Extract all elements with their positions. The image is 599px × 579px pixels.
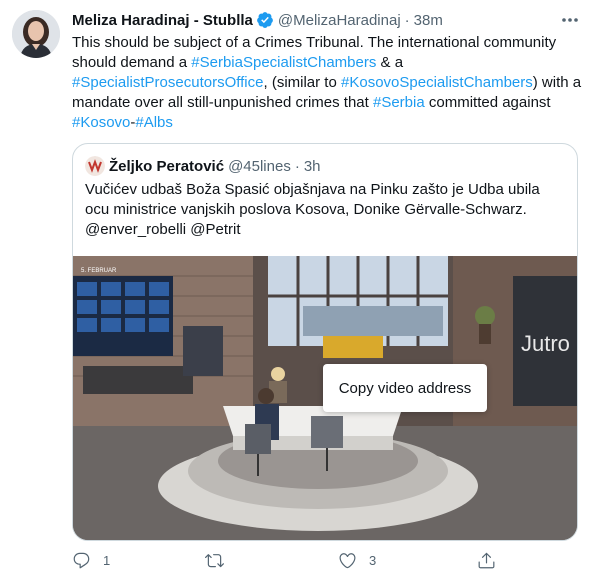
tweet-text-segment: , (similar to [263,74,341,91]
reply-count: 1 [103,553,111,568]
separator-dot: · [404,11,410,29]
hashtag-link[interactable]: #Albs [135,114,173,131]
tweet-text-segment: committed against [424,94,551,111]
video-player[interactable]: 5. FEBRUAR Jutro Copy video address [73,256,577,540]
author-name[interactable]: Meliza Haradinaj - Stublla [72,12,253,29]
context-menu-copy-video-address[interactable]: Copy video address [323,364,487,412]
quoted-time: 3h [303,157,321,175]
action-bar: 1 3 [72,551,512,575]
avatar[interactable] [12,10,60,58]
hashtag-link[interactable]: #Kosovo [72,114,130,131]
reply-button[interactable]: 1 [72,551,110,570]
author-handle[interactable]: @MelizaHaradinaj [278,12,401,29]
like-icon [339,553,356,569]
quoted-tweet-header: Željko Peratović @45lines · 3h [85,156,321,176]
retweet-button[interactable] [205,551,236,570]
hashtag-link[interactable]: #SpecialistProsecutorsOffice [72,74,263,91]
quoted-tweet-text: Vučićev udbaš Boža Spasić objašnjava na … [85,181,540,238]
reply-icon [73,552,90,569]
hashtag-link[interactable]: #SerbiaSpecialistChambers [191,54,376,71]
share-icon [478,552,495,569]
quoted-avatar [85,156,105,176]
tweet-header: Meliza Haradinaj - Stublla @MelizaHaradi… [72,10,443,30]
tweet-text: This should be subject of a Crimes Tribu… [72,33,582,133]
quoted-author-handle: @45lines [228,157,291,175]
more-icon[interactable] [558,10,582,30]
quoted-separator-dot: · [294,157,300,175]
share-button[interactable] [477,551,496,570]
tweet-time[interactable]: 38m [414,12,443,29]
video-screen-text-right: Jutro [521,331,570,356]
video-screen-text-left: 5. FEBRUAR [81,268,117,274]
like-button[interactable]: 3 [338,551,376,570]
quoted-tweet[interactable]: Željko Peratović @45lines · 3h Vučićev u… [72,143,578,541]
hashtag-link[interactable]: #KosovoSpecialistChambers [341,74,533,91]
quoted-author-name: Željko Peratović [109,157,225,175]
hashtag-link[interactable]: #Serbia [373,94,425,111]
tweet-text-segment: & a [376,54,404,71]
like-count: 3 [369,553,377,568]
retweet-icon [205,554,224,568]
verified-badge-icon [256,11,274,29]
